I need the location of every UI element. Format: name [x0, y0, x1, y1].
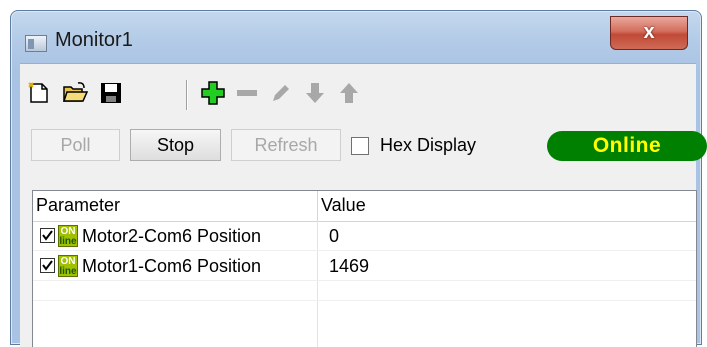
empty-cell — [33, 301, 318, 347]
table-row[interactable]: ON line Motor1-Com6 Position 1469 — [33, 251, 696, 281]
table-row[interactable]: ON line Motor2-Com6 Position 0 — [33, 221, 696, 251]
save-button[interactable] — [96, 78, 126, 108]
checkmark-icon — [42, 260, 53, 271]
empty-cell — [33, 281, 318, 301]
badge-top-text: ON — [60, 226, 76, 237]
parameter-value: 0 — [329, 226, 340, 246]
checkmark-icon — [42, 230, 53, 241]
save-disk-icon — [101, 83, 121, 103]
window-content: Poll Stop Refresh Hex Display Online Par… — [20, 63, 707, 347]
poll-button[interactable]: Poll — [31, 129, 120, 161]
title-bar[interactable]: Monitor1 x — [11, 11, 701, 63]
value-cell: 0 — [318, 221, 696, 251]
window-title: Monitor1 — [55, 29, 133, 51]
monitor-window: Monitor1 x Poll Stop Refresh Hex Display… — [10, 10, 707, 347]
add-button[interactable] — [198, 78, 228, 108]
badge-top-text: ON — [60, 256, 76, 267]
row-checkbox[interactable] — [40, 258, 55, 273]
move-up-button[interactable] — [334, 78, 364, 108]
move-down-button[interactable] — [300, 78, 330, 108]
new-file-icon — [28, 82, 48, 103]
new-file-button[interactable] — [24, 78, 54, 108]
stop-button[interactable]: Stop — [130, 129, 221, 161]
online-status-icon: ON line — [58, 225, 78, 247]
grid-header: Parameter Value — [33, 191, 696, 222]
hex-display-toggle[interactable]: Hex Display — [351, 135, 476, 156]
remove-minus-icon — [237, 90, 257, 96]
column-header-parameter[interactable]: Parameter — [33, 191, 318, 220]
edit-button[interactable] — [266, 78, 296, 108]
value-cell: 1469 — [318, 251, 696, 281]
online-status-icon: ON line — [58, 255, 78, 277]
parameter-cell: ON line Motor2-Com6 Position — [33, 221, 318, 251]
status-badge: Online — [547, 131, 707, 161]
close-button[interactable]: x — [610, 16, 688, 50]
edit-pencil-icon — [273, 85, 289, 101]
row-checkbox[interactable] — [40, 228, 55, 243]
refresh-button[interactable]: Refresh — [231, 129, 341, 161]
move-up-arrow-icon — [340, 83, 358, 103]
parameter-name: Motor1-Com6 Position — [82, 256, 262, 276]
control-row: Poll Stop Refresh Hex Display Online — [20, 129, 707, 169]
parameter-cell: ON line Motor1-Com6 Position — [33, 251, 318, 281]
toolbar-separator — [186, 80, 188, 110]
open-folder-button[interactable] — [60, 78, 90, 108]
hex-display-label: Hex Display — [380, 135, 477, 155]
empty-row — [33, 301, 696, 347]
hex-display-checkbox[interactable] — [351, 136, 369, 155]
remove-button[interactable] — [232, 78, 262, 108]
toolbar — [20, 78, 696, 118]
parameter-value: 1469 — [329, 256, 370, 276]
add-plus-icon — [201, 81, 225, 105]
move-down-arrow-icon — [306, 83, 324, 103]
empty-row — [33, 281, 696, 301]
parameter-grid: Parameter Value ON line Motor2-Com6 Posi… — [32, 190, 697, 347]
parameter-name: Motor2-Com6 Position — [82, 226, 262, 246]
badge-bottom-text: line — [59, 236, 77, 247]
app-window-icon — [25, 35, 47, 52]
open-folder-icon — [62, 82, 88, 102]
badge-bottom-text: line — [59, 266, 77, 277]
column-header-value[interactable]: Value — [318, 191, 696, 220]
